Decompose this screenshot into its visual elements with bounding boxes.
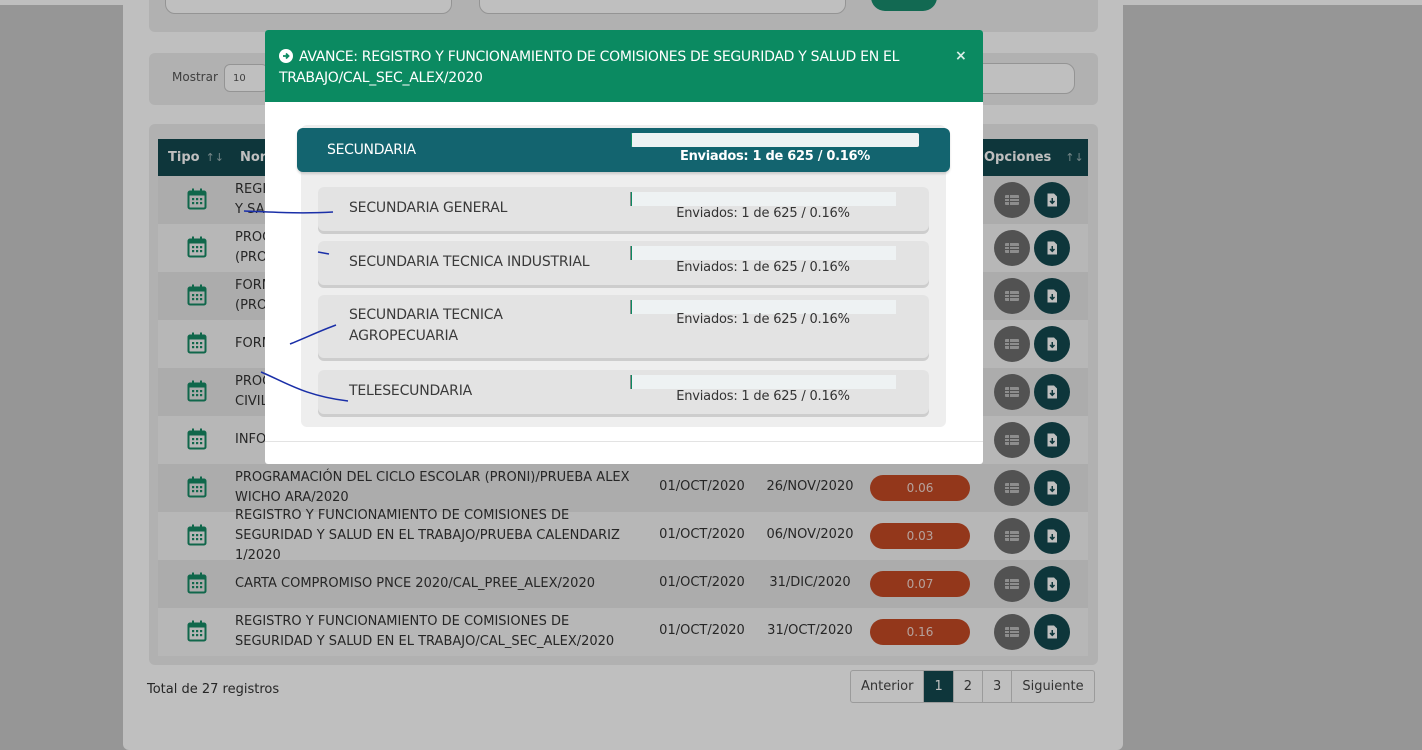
sublevel-progress-bar: [630, 375, 896, 389]
arrow-circle-right-icon: [279, 49, 293, 63]
level-status: Enviados: 1 de 625 / 0.16%: [680, 149, 870, 164]
level-progress-bar: [631, 133, 919, 147]
modal-title-text: AVANCE: REGISTRO Y FUNCIONAMIENTO DE COM…: [279, 49, 900, 86]
sublevel-name: SECUNDARIA TECNICA INDUSTRIAL: [349, 254, 590, 270]
level-header[interactable]: SECUNDARIA Enviados: 1 de 625 / 0.16%: [297, 128, 950, 172]
sublevel-name: SECUNDARIA GENERAL: [349, 200, 508, 216]
sublevel-progress-bar: [630, 192, 896, 206]
sublevel-item[interactable]: SECUNDARIA GENERAL Enviados: 1 de 625 / 0…: [318, 187, 929, 231]
sublevel-status: Enviados: 1 de 625 / 0.16%: [676, 260, 850, 275]
sublevel-progress-bar: [630, 246, 896, 260]
sublevel-name: SECUNDARIA TECNICA AGROPECUARIA: [349, 307, 503, 344]
close-icon[interactable]: ×: [955, 48, 967, 64]
modal-title: AVANCE: REGISTRO Y FUNCIONAMIENTO DE COM…: [279, 47, 929, 89]
sublevel-item[interactable]: SECUNDARIA TECNICA AGROPECUARIA Enviados:…: [318, 295, 929, 358]
sublevel-status: Enviados: 1 de 625 / 0.16%: [676, 312, 850, 327]
progress-modal: AVANCE: REGISTRO Y FUNCIONAMIENTO DE COM…: [265, 30, 983, 464]
sublevel-item[interactable]: TELESECUNDARIA Enviados: 1 de 625 / 0.16%: [318, 370, 929, 414]
modal-header: AVANCE: REGISTRO Y FUNCIONAMIENTO DE COM…: [265, 30, 983, 102]
modal-footer-divider: [265, 441, 983, 442]
sublevel-item[interactable]: SECUNDARIA TECNICA INDUSTRIAL Enviados: 1…: [318, 241, 929, 285]
sublevel-status: Enviados: 1 de 625 / 0.16%: [676, 206, 850, 221]
sublevel-status: Enviados: 1 de 625 / 0.16%: [676, 389, 850, 404]
sublevel-name: TELESECUNDARIA: [349, 383, 473, 399]
level-name: SECUNDARIA: [327, 142, 416, 158]
